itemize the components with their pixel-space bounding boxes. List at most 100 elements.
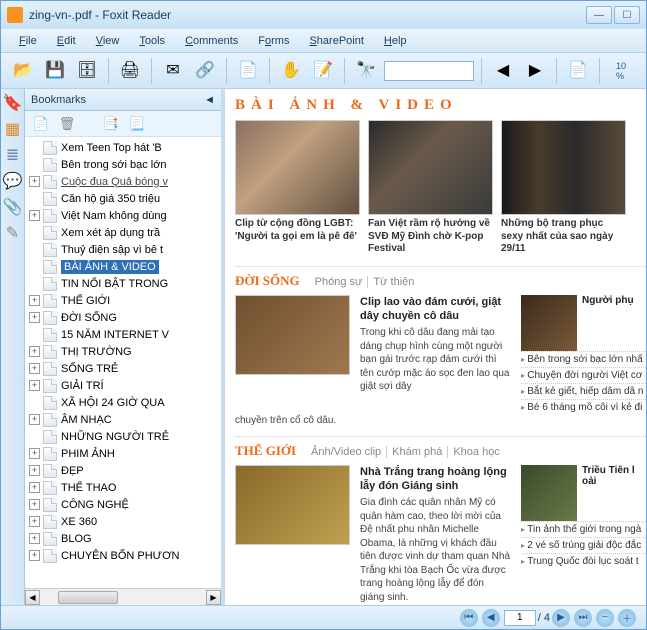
expand-toggle[interactable]: + xyxy=(29,465,40,476)
bullet[interactable]: Tin ảnh thế giới trong ngà xyxy=(521,521,646,537)
zoom-in-button[interactable]: ＋ xyxy=(618,609,636,627)
story-headline[interactable]: Nhà Trắng trang hoàng lộng lẫy đón Giáng… xyxy=(360,465,511,495)
bookmark-item[interactable]: +ĐỜI SỐNG xyxy=(25,309,221,326)
scroll-thumb[interactable] xyxy=(58,591,118,604)
menu-tools[interactable]: Tools xyxy=(131,32,173,50)
bullet[interactable]: Trung Quốc đòi lục soát t xyxy=(521,553,646,569)
expand-bookmark-button[interactable]: 📑 xyxy=(101,114,121,134)
expand-toggle[interactable]: + xyxy=(29,346,40,357)
bullet[interactable]: Bé 6 tháng mồ côi vì kẻ đi xyxy=(521,399,646,415)
expand-toggle[interactable]: + xyxy=(29,414,40,425)
expand-toggle[interactable]: + xyxy=(29,312,40,323)
expand-toggle[interactable]: + xyxy=(29,210,40,221)
select-text-button[interactable]: 📝 xyxy=(309,57,337,85)
find-input[interactable] xyxy=(384,61,474,81)
menu-sharepoint[interactable]: SharePoint xyxy=(301,32,371,50)
maximize-button[interactable]: ☐ xyxy=(614,6,640,24)
minimize-button[interactable]: — xyxy=(586,6,612,24)
subtab[interactable]: Từ thiện xyxy=(368,276,419,288)
bookmark-item[interactable]: XÃ HỘI 24 GIỜ QUA xyxy=(25,394,221,411)
share-button[interactable]: 🔗 xyxy=(191,57,219,85)
bookmark-item[interactable]: Xem xét áp dụng trầ xyxy=(25,224,221,241)
subtab[interactable]: Khám phá xyxy=(387,446,448,458)
bookmark-tree[interactable]: Xem Teen Top hát 'BBên trong sới bạc lớn… xyxy=(25,137,221,588)
layers-tab[interactable]: ≣ xyxy=(4,147,22,165)
hand-tool-button[interactable]: ✋ xyxy=(277,57,305,85)
bookmark-hscrollbar[interactable]: ◀ ▶ xyxy=(25,588,221,605)
menu-forms[interactable]: Forms xyxy=(250,32,297,50)
expand-toggle[interactable]: + xyxy=(29,295,40,306)
email-button[interactable]: ✉ xyxy=(159,57,187,85)
menu-comments[interactable]: Comments xyxy=(177,32,246,50)
bookmark-item[interactable]: +GIẢI TRÍ xyxy=(25,377,221,394)
zoom-100-button[interactable]: 10% xyxy=(607,57,635,85)
expand-toggle[interactable]: + xyxy=(29,533,40,544)
expand-toggle[interactable]: + xyxy=(29,499,40,510)
bookmark-item[interactable]: 15 NĂM INTERNET V xyxy=(25,326,221,343)
section-title-doisong[interactable]: ĐỜI SỐNG xyxy=(235,273,300,289)
save-all-button[interactable]: 🗄 xyxy=(73,57,101,85)
expand-toggle[interactable]: + xyxy=(29,482,40,493)
print-button[interactable]: 🖨 xyxy=(116,57,144,85)
thumb-item[interactable]: Những bộ trang phục sexy nhất của sao ng… xyxy=(501,120,626,256)
zoom-out-button[interactable]: − xyxy=(596,609,614,627)
subtab[interactable]: Ảnh/Video clip xyxy=(306,446,387,458)
scroll-right-button[interactable]: ▶ xyxy=(206,590,221,605)
expand-toggle[interactable]: + xyxy=(29,550,40,561)
expand-toggle[interactable]: + xyxy=(29,448,40,459)
bookmark-item[interactable]: +THỂ THAO xyxy=(25,479,221,496)
menu-file[interactable]: File xyxy=(11,32,45,50)
next-page-button[interactable]: ▶ xyxy=(552,609,570,627)
first-page-button[interactable]: ⏮ xyxy=(460,609,478,627)
page-button[interactable]: 📄 xyxy=(234,57,262,85)
thumb-item[interactable]: Fan Việt rầm rộ hướng về SVĐ Mỹ Đình chờ… xyxy=(368,120,493,256)
bullet[interactable]: Bắt kẻ giết, hiếp dâm dã n xyxy=(521,383,646,399)
bookmark-item[interactable]: +CÔNG NGHỆ xyxy=(25,496,221,513)
collapse-bookmark-button[interactable]: 📃 xyxy=(127,114,147,134)
bookmark-item[interactable]: +CHUYÊN BỐN PHƯƠN xyxy=(25,547,221,564)
scroll-left-button[interactable]: ◀ xyxy=(25,590,40,605)
bookmark-item[interactable]: +THẾ GIỚI xyxy=(25,292,221,309)
find-next-button[interactable]: ▶ xyxy=(521,57,549,85)
section-title-thegioi[interactable]: THẾ GIỚI xyxy=(235,443,296,459)
document-view[interactable]: BÀI ẢNH & VIDEO Clip từ cộng đồng LGBT: … xyxy=(225,89,646,605)
bullet[interactable]: Chuyện đời người Việt cơ xyxy=(521,367,646,383)
menu-help[interactable]: Help xyxy=(376,32,415,50)
bookmark-item[interactable]: Bên trong sới bạc lớn xyxy=(25,156,221,173)
bookmark-item[interactable]: Thuỷ điện sập vì bê t xyxy=(25,241,221,258)
expand-toggle[interactable]: + xyxy=(29,363,40,374)
bookmark-item[interactable]: +THỊ TRƯỜNG xyxy=(25,343,221,360)
prev-page-button[interactable]: ◀ xyxy=(482,609,500,627)
bookmark-item[interactable]: BÀI ẢNH & VIDEO xyxy=(25,258,221,275)
expand-toggle[interactable]: + xyxy=(29,380,40,391)
panel-close-button[interactable]: ◄ xyxy=(204,94,215,106)
expand-toggle[interactable]: + xyxy=(29,516,40,527)
bookmark-item[interactable]: +ĐẸP xyxy=(25,462,221,479)
signatures-tab[interactable]: ✎ xyxy=(4,225,22,243)
attachments-tab[interactable]: 📎 xyxy=(4,199,22,217)
comments-tab[interactable]: 💬 xyxy=(4,173,22,191)
menu-view[interactable]: View xyxy=(88,32,128,50)
bookmark-item[interactable]: +PHIM ẢNH xyxy=(25,445,221,462)
story-headline[interactable]: Clip lao vào đám cưới, giật dây chuyền c… xyxy=(360,295,511,325)
bookmarks-tab[interactable]: 🔖 xyxy=(4,95,22,113)
find-button[interactable]: 🔭 xyxy=(352,57,380,85)
page-number-input[interactable] xyxy=(504,610,536,626)
pages-tab[interactable]: ▦ xyxy=(4,121,22,139)
bullet[interactable]: 2 vé số trúng giải độc đắc xyxy=(521,537,646,553)
bullet[interactable]: Bên trong sới bạc lớn nhấ xyxy=(521,351,646,367)
delete-bookmark-button[interactable]: 🗑 xyxy=(57,114,77,134)
last-page-button[interactable]: ⏭ xyxy=(574,609,592,627)
find-prev-button[interactable]: ◀ xyxy=(489,57,517,85)
save-button[interactable]: 💾 xyxy=(41,57,69,85)
menu-edit[interactable]: Edit xyxy=(49,32,84,50)
bookmark-item[interactable]: +XE 360 xyxy=(25,513,221,530)
expand-toggle[interactable]: + xyxy=(29,176,40,187)
bookmark-item[interactable]: +Việt Nam không dùng xyxy=(25,207,221,224)
bookmark-item[interactable]: +ÂM NHẠC xyxy=(25,411,221,428)
bookmark-item[interactable]: +Cuộc đua Quả bóng v xyxy=(25,173,221,190)
bookmark-item[interactable]: Xem Teen Top hát 'B xyxy=(25,139,221,156)
bookmark-item[interactable]: TIN NỔI BẬT TRONG xyxy=(25,275,221,292)
bookmark-item[interactable]: Căn hộ giá 350 triệu xyxy=(25,190,221,207)
subtab[interactable]: Phóng sự xyxy=(310,276,369,288)
